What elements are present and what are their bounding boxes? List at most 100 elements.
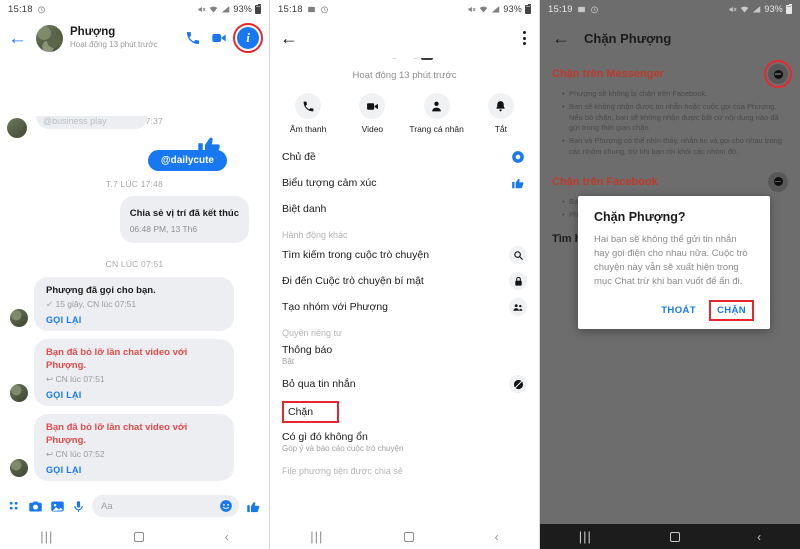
menu-item-report[interactable]: Có gì đó không ổn Góp ý và báo cáo cuộc … <box>282 427 527 458</box>
list-item[interactable]: Phượng đã gọi cho bạn. ✓ 15 giây, CN lúc… <box>10 277 259 331</box>
menu-item-label[interactable]: Chặn <box>282 401 340 423</box>
call-log-title: Bạn đã bỏ lỡ lần chat video với Phượng. <box>46 422 188 446</box>
message-timestamp: CN LÚC 07:51 <box>105 259 164 269</box>
message-row-outgoing: @dailycute <box>147 150 227 171</box>
lock-icon <box>509 272 527 290</box>
quick-action-audio[interactable]: Âm thanh <box>279 93 337 134</box>
menu-item-notifications[interactable]: Thông báo Bật <box>282 340 527 371</box>
kebab-menu-icon[interactable] <box>520 28 529 48</box>
battery-percent: 93% <box>503 4 522 14</box>
recent-apps-icon[interactable]: ||| <box>579 529 592 544</box>
home-icon[interactable] <box>134 531 145 542</box>
signal-icon <box>492 5 500 12</box>
status-time: 15:19 <box>548 3 573 15</box>
menu-item-theme[interactable]: Chủ đề <box>282 144 527 170</box>
phone-icon[interactable] <box>185 30 201 46</box>
bubble-title: Chia sẻ vị trí đã kết thúc <box>129 208 239 219</box>
battery-icon <box>786 3 792 14</box>
menu-item-label: Có gì đó không ổn <box>282 431 368 443</box>
menu-item-create-group[interactable]: Tạo nhóm với Phượng <box>282 294 527 320</box>
video-camera-icon <box>359 93 386 119</box>
call-log-bubble[interactable]: Phượng đã gọi cho bạn. ✓ 15 giây, CN lúc… <box>34 277 234 331</box>
microphone-icon[interactable] <box>72 499 85 514</box>
camera-icon[interactable] <box>28 499 43 514</box>
panel-chat-conversation: 15:18 93% ← Phượng Hoạt động 13 phút trư… <box>0 0 270 549</box>
menu-item-emoji[interactable]: Biểu tượng cảm xúc <box>282 170 527 196</box>
back-nav-icon[interactable]: ‹ <box>225 530 229 544</box>
back-nav-icon[interactable]: ‹ <box>495 530 499 544</box>
status-bar-panel2: 15:18 93% <box>270 0 539 18</box>
message-bubble-outgoing[interactable]: @dailycute <box>147 150 227 171</box>
avatar[interactable] <box>36 24 63 52</box>
block-screen-dimmed: 15:19 93% ← Chặn Phượng Chặn trên Messen… <box>540 0 800 549</box>
settings-menu: Chủ đề Biểu tượng cảm xúc Biệt danh Hành… <box>270 144 539 478</box>
menu-item-secret-conversation[interactable]: Đi đến Cuộc trò chuyện bí mật <box>282 268 527 294</box>
ignore-icon <box>509 375 527 393</box>
menu-item-ignore-messages[interactable]: Bỏ qua tin nhắn <box>282 371 527 397</box>
home-icon[interactable] <box>404 531 415 542</box>
battery-icon <box>525 3 531 14</box>
back-arrow-icon[interactable]: ← <box>280 28 298 49</box>
cancel-button[interactable]: THOÁT <box>656 301 701 320</box>
call-log-meta: ✓ 15 giây, CN lúc 07:51 <box>46 299 137 309</box>
back-nav-icon[interactable]: ‹ <box>757 530 761 544</box>
home-icon[interactable] <box>669 531 680 542</box>
block-minus-icon[interactable] <box>764 60 792 88</box>
header-actions: i <box>185 23 263 53</box>
contact-name: Phượng <box>70 26 116 38</box>
wifi-icon <box>480 6 488 12</box>
call-log-bubble[interactable]: Bạn đã bỏ lỡ lần chat video với Phượng. … <box>34 339 234 406</box>
message-bubble-location[interactable]: Chia sẻ vị trí đã kết thúc 06:48 PM, 13 … <box>119 196 249 243</box>
menu-item-search-conversation[interactable]: Tìm kiếm trong cuộc trò chuyện <box>282 242 527 268</box>
list-item[interactable]: Bạn đã bỏ lỡ lần chat video với Phượng. … <box>10 339 259 406</box>
call-back-link[interactable]: GỌI LẠI <box>46 465 222 475</box>
quick-action-mute[interactable]: Tắt <box>472 93 530 134</box>
section-title: Chặn trên Facebook <box>552 175 658 188</box>
search-input[interactable]: Aa <box>92 495 239 517</box>
quick-actions-row: Âm thanh Video Trang cá nhân Tắt <box>270 81 539 144</box>
avatar <box>10 459 28 477</box>
menu-item-block[interactable]: Chặn <box>282 397 527 427</box>
thumbs-up-icon <box>509 174 527 192</box>
message-timestamp: T.7 LÚC 17:48 <box>106 179 163 189</box>
menu-item-sublabel: Góp ý và báo cáo cuộc trò chuyện <box>282 444 404 453</box>
menu-item-nickname[interactable]: Biệt danh <box>282 196 527 222</box>
emoji-icon[interactable] <box>219 499 233 513</box>
mute-icon <box>198 6 206 12</box>
call-back-link[interactable]: GỌI LẠI <box>46 315 222 325</box>
back-arrow-icon[interactable]: ← <box>552 28 570 49</box>
quick-action-profile[interactable]: Trang cá nhân <box>408 93 466 134</box>
call-back-link[interactable]: GỌI LẠI <box>46 390 222 400</box>
recent-apps-icon[interactable]: ||| <box>40 529 53 544</box>
menu-item-label: Tìm kiếm trong cuộc trò chuyện <box>282 249 430 261</box>
status-bar-panel1: 15:18 93% <box>0 0 269 18</box>
color-circle-icon <box>509 148 527 166</box>
call-log-title: Phượng đã gọi cho bạn. <box>46 285 156 296</box>
bullet-list: Phượng sẽ không bị chặn trên Facebook. B… <box>552 89 788 157</box>
contact-status: Hoạt động 13 phút trước <box>352 70 457 81</box>
menu-item-label: Biểu tượng cảm xúc <box>282 177 377 189</box>
chat-message-list[interactable]: @business play @dailycute T.7 LÚC 17:37 … <box>0 116 269 549</box>
group-icon <box>509 298 527 316</box>
person-icon <box>423 93 450 119</box>
quick-action-video[interactable]: Video <box>343 93 401 134</box>
recent-apps-icon[interactable]: ||| <box>310 529 323 544</box>
call-log-bubble[interactable]: Bạn đã bỏ lỡ lần chat video với Phượng. … <box>34 414 234 481</box>
info-icon[interactable]: i <box>233 23 263 53</box>
section-label-privacy: Quyền riêng tư <box>282 328 343 338</box>
block-confirm-dialog[interactable]: Chặn Phượng? Hai bạn sẽ không thể gửi ti… <box>578 196 770 329</box>
list-item[interactable]: Bạn đã bỏ lỡ lần chat video với Phượng. … <box>10 414 259 481</box>
android-navigation-bar: ||| ‹ <box>0 524 269 549</box>
back-arrow-icon[interactable]: ← <box>6 29 29 48</box>
confirm-block-button[interactable]: CHẶN <box>708 300 754 321</box>
video-camera-icon[interactable] <box>210 30 228 46</box>
image-icon[interactable] <box>50 499 65 514</box>
quick-action-label: Video <box>361 124 384 134</box>
wifi-icon <box>210 6 218 12</box>
block-minus-icon[interactable] <box>768 171 788 192</box>
settings-scroll-area[interactable]: Hoạt động 13 phút trước Âm thanh Video T… <box>270 58 539 542</box>
thumbs-up-icon[interactable] <box>246 499 261 514</box>
page-title: Chặn Phượng <box>584 30 672 46</box>
avatar <box>7 118 27 138</box>
apps-grid-icon[interactable] <box>8 500 21 513</box>
